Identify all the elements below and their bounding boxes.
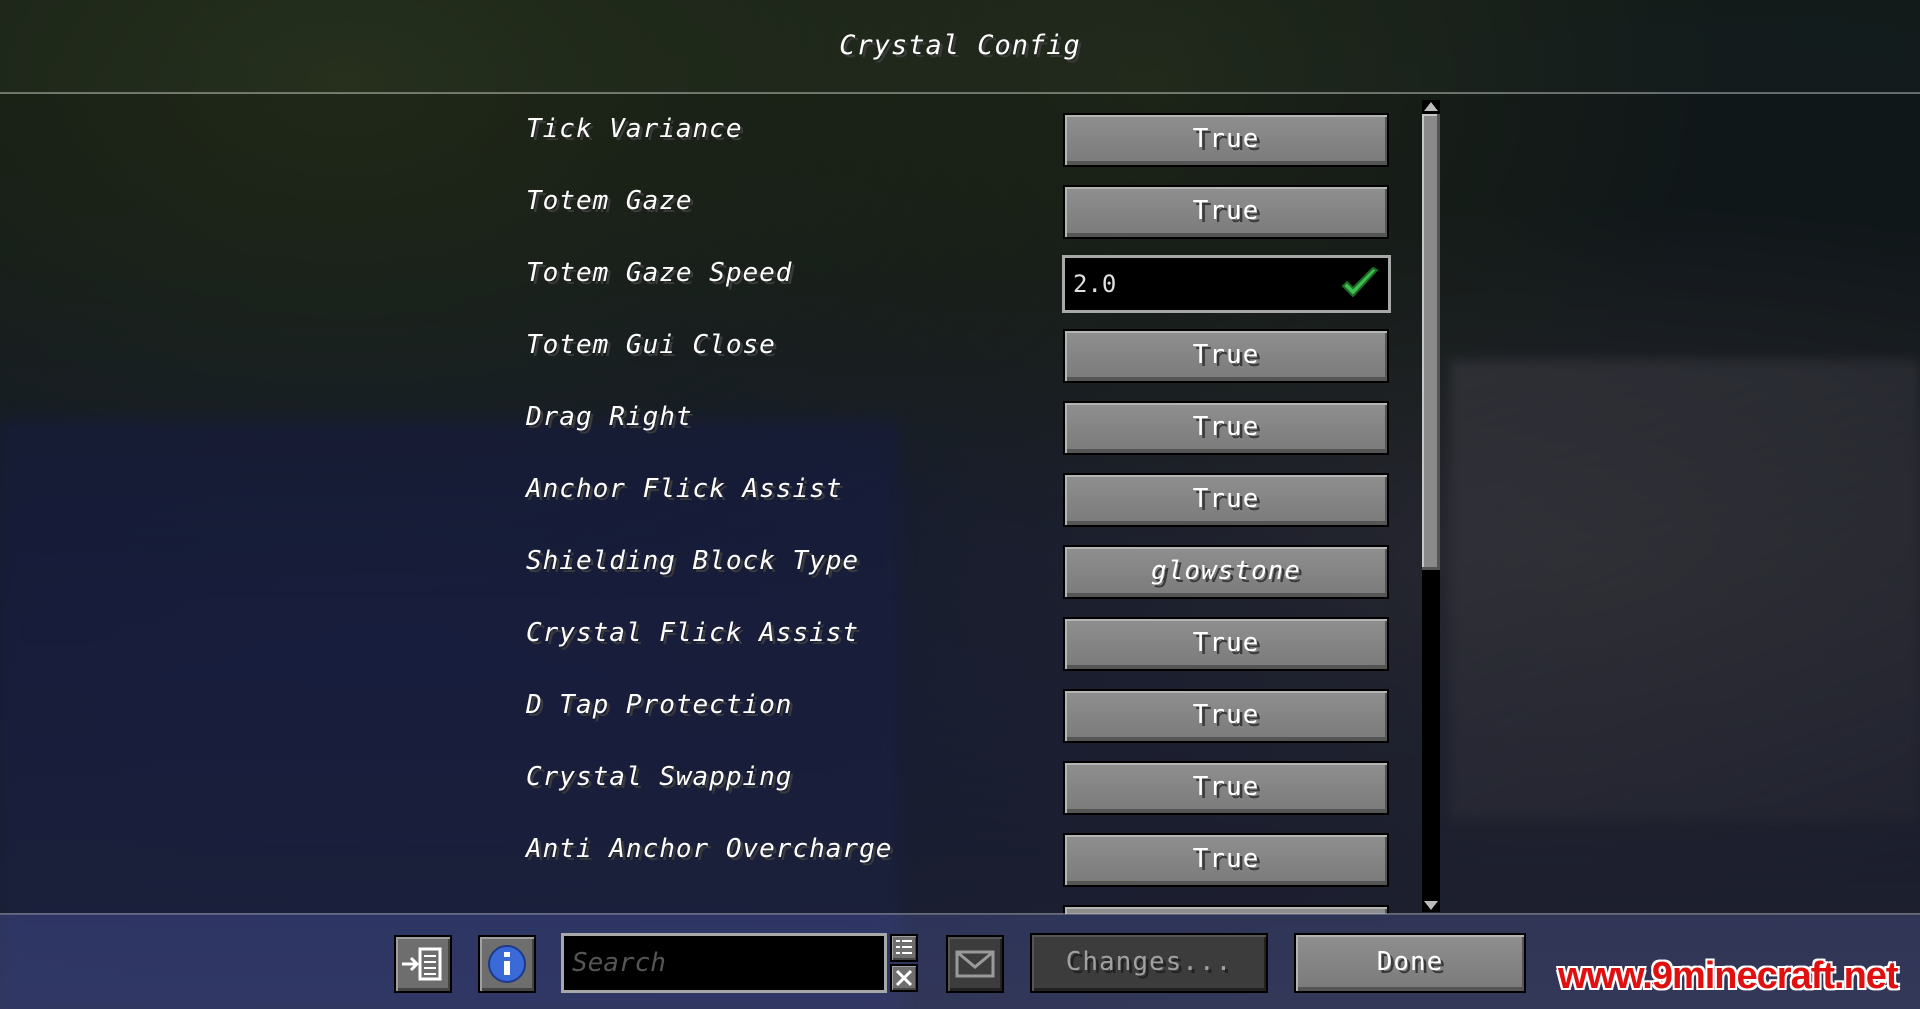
option-label: D Tap Protection — [526, 690, 793, 720]
search-input[interactable]: Search — [561, 933, 887, 993]
config-row-anchor-flick-assist: Anchor Flick Assist True — [0, 454, 1920, 527]
screen-title: Crystal Config — [839, 30, 1081, 61]
option-label: Anti Anchor Overcharge — [526, 834, 893, 864]
site-watermark: www.9minecraft.net — [1558, 955, 1899, 997]
option-label: Crystal Flick Assist — [526, 618, 860, 648]
toggle-button[interactable]: True — [1063, 185, 1389, 239]
filter-list-icon — [896, 940, 912, 954]
toggle-button[interactable]: True — [1063, 113, 1389, 167]
config-row-totem-gaze-speed: Totem Gaze Speed 2.0 — [0, 238, 1920, 313]
number-input[interactable]: 2.0 — [1062, 255, 1391, 313]
option-label: Tick Variance — [526, 114, 743, 144]
scroll-up-icon[interactable] — [1424, 102, 1438, 111]
config-row-shielding-block-type: Shielding Block Type glowstone — [0, 526, 1920, 599]
toggle-button[interactable]: True — [1063, 761, 1389, 815]
number-input-value: 2.0 — [1073, 270, 1117, 298]
info-icon — [488, 945, 526, 983]
filter-button[interactable] — [890, 934, 918, 962]
option-label: Totem Gaze Speed — [526, 258, 793, 288]
scroll-down-icon[interactable] — [1424, 901, 1438, 910]
config-row-partial — [0, 886, 1920, 914]
option-label: Totem Gaze — [526, 186, 693, 216]
option-label: Totem Gui Close — [526, 330, 776, 360]
scrollbar-thumb[interactable] — [1422, 114, 1440, 570]
config-list[interactable]: Tick Variance True Totem Gaze True Totem… — [0, 94, 1920, 914]
config-row-anti-anchor-overcharge: Anti Anchor Overcharge True — [0, 814, 1920, 887]
mail-button[interactable] — [946, 935, 1004, 993]
option-label: Crystal Swapping — [526, 762, 793, 792]
cycle-button[interactable]: glowstone — [1063, 545, 1389, 599]
exit-to-list-button[interactable] — [394, 935, 452, 993]
done-button[interactable]: Done — [1294, 933, 1526, 993]
toggle-button[interactable]: True — [1063, 329, 1389, 383]
mail-icon — [955, 950, 995, 978]
toggle-button[interactable]: True — [1063, 401, 1389, 455]
config-row-totem-gui-close: Totem Gui Close True — [0, 310, 1920, 383]
config-row-crystal-flick-assist: Crystal Flick Assist True — [0, 598, 1920, 671]
option-label: Anchor Flick Assist — [526, 474, 843, 504]
search-placeholder: Search — [572, 948, 666, 978]
toggle-button[interactable]: True — [1063, 833, 1389, 887]
checkmark-icon — [1341, 266, 1379, 298]
clear-x-icon — [895, 969, 913, 987]
toggle-button[interactable]: True — [1063, 689, 1389, 743]
clear-search-button[interactable] — [890, 964, 918, 992]
config-row-crystal-swapping: Crystal Swapping True — [0, 742, 1920, 815]
option-label: Shielding Block Type — [526, 546, 860, 576]
config-row-d-tap-protection: D Tap Protection True — [0, 670, 1920, 743]
config-row-tick-variance: Tick Variance True — [0, 94, 1920, 167]
exit-to-list-icon — [402, 947, 442, 981]
config-row-totem-gaze: Totem Gaze True — [0, 166, 1920, 239]
changes-button[interactable]: Changes... — [1030, 933, 1268, 993]
toggle-button[interactable]: True — [1063, 617, 1389, 671]
config-row-drag-right: Drag Right True — [0, 382, 1920, 455]
option-label: Drag Right — [526, 402, 693, 432]
scrollbar-track[interactable] — [1422, 100, 1440, 912]
info-button[interactable] — [478, 935, 536, 993]
toggle-button[interactable]: True — [1063, 473, 1389, 527]
